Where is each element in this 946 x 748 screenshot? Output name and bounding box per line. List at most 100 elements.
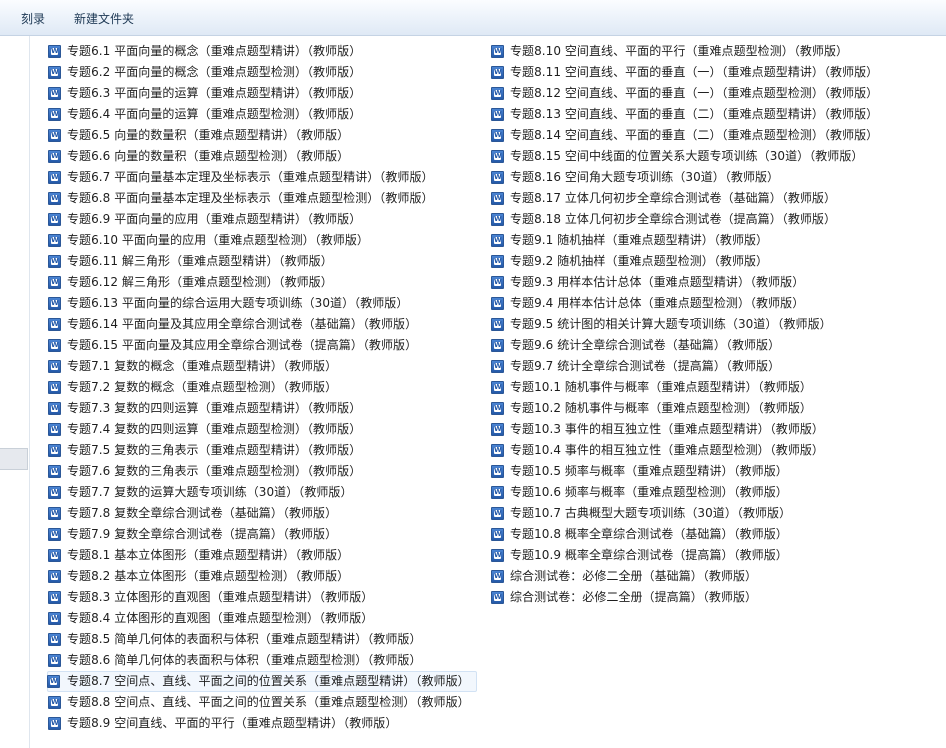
file-item[interactable]: 专题10.3 事件的相互独立性（重难点题型精讲）（教师版） (491, 419, 884, 440)
file-list-view[interactable]: 专题6.1 平面向量的概念（重难点题型精讲）（教师版） 专题6.2 平面向量的概念… (31, 36, 946, 748)
file-item[interactable]: 专题6.2 平面向量的概念（重难点题型检测）（教师版） (48, 62, 477, 83)
file-item[interactable]: 专题6.15 平面向量及其应用全章综合测试卷（提高篇）（教师版） (48, 335, 477, 356)
file-item[interactable]: 专题9.1 随机抽样（重难点题型精讲）（教师版） (491, 230, 884, 251)
word-document-icon (48, 612, 61, 625)
file-item[interactable]: 专题9.7 统计全章综合测试卷（提高篇）（教师版） (491, 356, 884, 377)
file-item[interactable]: 专题6.1 平面向量的概念（重难点题型精讲）（教师版） (48, 41, 477, 62)
file-name: 专题8.18 立体几何初步全章综合测试卷（提高篇）（教师版） (510, 212, 837, 226)
word-document-icon (491, 549, 504, 562)
file-item[interactable]: 专题10.1 随机事件与概率（重难点题型精讲）（教师版） (491, 377, 884, 398)
word-document-icon (48, 654, 61, 667)
file-item[interactable]: 专题8.14 空间直线、平面的垂直（二）（重难点题型检测）（教师版） (491, 125, 884, 146)
file-item[interactable]: 专题8.17 立体几何初步全章综合测试卷（基础篇）（教师版） (491, 188, 884, 209)
file-item[interactable]: 专题6.4 平面向量的运算（重难点题型检测）（教师版） (48, 104, 477, 125)
file-item[interactable]: 专题7.4 复数的四则运算（重难点题型检测）（教师版） (48, 419, 477, 440)
file-name: 专题8.10 空间直线、平面的平行（重难点题型检测）（教师版） (510, 44, 849, 58)
file-name: 专题8.16 空间角大题专项训练（30道）（教师版） (510, 170, 780, 184)
word-document-icon (491, 234, 504, 247)
file-item[interactable]: 专题9.2 随机抽样（重难点题型检测）（教师版） (491, 251, 884, 272)
file-item[interactable]: 专题6.8 平面向量基本定理及坐标表示（重难点题型检测）（教师版） (48, 188, 477, 209)
word-document-icon (491, 528, 504, 541)
file-item[interactable]: 专题6.9 平面向量的应用（重难点题型精讲）（教师版） (48, 209, 477, 230)
word-document-icon (491, 45, 504, 58)
file-item[interactable]: 专题6.7 平面向量基本定理及坐标表示（重难点题型精讲）（教师版） (48, 167, 477, 188)
file-item[interactable]: 专题6.12 解三角形（重难点题型检测）（教师版） (48, 272, 477, 293)
file-item[interactable]: 专题7.5 复数的三角表示（重难点题型精讲）（教师版） (48, 440, 477, 461)
file-name: 专题10.2 随机事件与概率（重难点题型检测）（教师版） (510, 401, 812, 415)
file-item[interactable]: 专题8.13 空间直线、平面的垂直（二）（重难点题型精讲）（教师版） (491, 104, 884, 125)
file-item[interactable]: 专题6.11 解三角形（重难点题型精讲）（教师版） (48, 251, 477, 272)
file-item[interactable]: 综合测试卷：必修二全册（提高篇）（教师版） (491, 587, 884, 608)
file-item[interactable]: 专题10.5 频率与概率（重难点题型精讲）（教师版） (491, 461, 884, 482)
file-item[interactable]: 专题8.10 空间直线、平面的平行（重难点题型检测）（教师版） (491, 41, 884, 62)
file-item[interactable]: 专题8.7 空间点、直线、平面之间的位置关系（重难点题型精讲）（教师版） (47, 671, 477, 692)
file-item[interactable]: 专题9.5 统计图的相关计算大题专项训练（30道）（教师版） (491, 314, 884, 335)
file-name: 专题7.2 复数的概念（重难点题型检测）（教师版） (67, 380, 338, 394)
word-document-icon (48, 717, 61, 730)
navigation-pane[interactable] (0, 36, 30, 748)
file-item[interactable]: 专题8.15 空间中线面的位置关系大题专项训练（30道）（教师版） (491, 146, 884, 167)
file-name: 专题6.1 平面向量的概念（重难点题型精讲）（教师版） (67, 44, 362, 58)
file-item[interactable]: 专题9.6 统计全章综合测试卷（基础篇）（教师版） (491, 335, 884, 356)
file-item[interactable]: 专题10.2 随机事件与概率（重难点题型检测）（教师版） (491, 398, 884, 419)
file-item[interactable]: 专题6.3 平面向量的运算（重难点题型精讲）（教师版） (48, 83, 477, 104)
file-item[interactable]: 专题8.11 空间直线、平面的垂直（一）（重难点题型精讲）（教师版） (491, 62, 884, 83)
file-name: 专题6.10 平面向量的应用（重难点题型检测）（教师版） (67, 233, 369, 247)
file-item[interactable]: 专题9.4 用样本估计总体（重难点题型检测）（教师版） (491, 293, 884, 314)
file-name: 专题7.6 复数的三角表示（重难点题型检测）（教师版） (67, 464, 362, 478)
file-name: 专题8.12 空间直线、平面的垂直（一）（重难点题型检测）（教师版） (510, 86, 879, 100)
word-document-icon (48, 696, 61, 709)
file-item[interactable]: 专题8.2 基本立体图形（重难点题型检测）（教师版） (48, 566, 477, 587)
file-name: 专题9.7 统计全章综合测试卷（提高篇）（教师版） (510, 359, 781, 373)
file-name: 专题8.14 空间直线、平面的垂直（二）（重难点题型检测）（教师版） (510, 128, 879, 142)
file-item[interactable]: 专题10.4 事件的相互独立性（重难点题型检测）（教师版） (491, 440, 884, 461)
file-item[interactable]: 专题7.1 复数的概念（重难点题型精讲）（教师版） (48, 356, 477, 377)
file-item[interactable]: 专题8.12 空间直线、平面的垂直（一）（重难点题型检测）（教师版） (491, 83, 884, 104)
file-item[interactable]: 专题9.3 用样本估计总体（重难点题型精讲）（教师版） (491, 272, 884, 293)
navigation-pane-handle[interactable] (0, 448, 28, 470)
file-item[interactable]: 专题10.8 概率全章综合测试卷（基础篇）（教师版） (491, 524, 884, 545)
file-name: 专题6.6 向量的数量积（重难点题型检测）（教师版） (67, 149, 350, 163)
file-item[interactable]: 专题8.1 基本立体图形（重难点题型精讲）（教师版） (48, 545, 477, 566)
file-item[interactable]: 专题7.6 复数的三角表示（重难点题型检测）（教师版） (48, 461, 477, 482)
file-item[interactable]: 专题7.7 复数的运算大题专项训练（30道）（教师版） (48, 482, 477, 503)
new-folder-button[interactable]: 新建文件夹 (74, 10, 134, 28)
file-item[interactable]: 专题7.9 复数全章综合测试卷（提高篇）（教师版） (48, 524, 477, 545)
word-document-icon (48, 465, 61, 478)
file-name: 专题6.5 向量的数量积（重难点题型精讲）（教师版） (67, 128, 350, 142)
file-item[interactable]: 专题6.14 平面向量及其应用全章综合测试卷（基础篇）（教师版） (48, 314, 477, 335)
file-item[interactable]: 专题6.13 平面向量的综合运用大题专项训练（30道）（教师版） (48, 293, 477, 314)
file-item[interactable]: 专题8.9 空间直线、平面的平行（重难点题型精讲）（教师版） (48, 713, 477, 734)
word-document-icon (48, 87, 61, 100)
file-item[interactable]: 专题8.16 空间角大题专项训练（30道）（教师版） (491, 167, 884, 188)
file-item[interactable]: 专题7.8 复数全章综合测试卷（基础篇）（教师版） (48, 503, 477, 524)
file-name: 专题6.14 平面向量及其应用全章综合测试卷（基础篇）（教师版） (67, 317, 418, 331)
file-item[interactable]: 专题8.8 空间点、直线、平面之间的位置关系（重难点题型检测）（教师版） (48, 692, 477, 713)
file-item[interactable]: 专题7.3 复数的四则运算（重难点题型精讲）（教师版） (48, 398, 477, 419)
burn-button[interactable]: 刻录 (21, 10, 45, 28)
file-item[interactable]: 专题10.6 频率与概率（重难点题型检测）（教师版） (491, 482, 884, 503)
file-item[interactable]: 专题6.6 向量的数量积（重难点题型检测）（教师版） (48, 146, 477, 167)
file-name: 专题7.8 复数全章综合测试卷（基础篇）（教师版） (67, 506, 338, 520)
word-document-icon (48, 549, 61, 562)
file-item[interactable]: 专题6.10 平面向量的应用（重难点题型检测）（教师版） (48, 230, 477, 251)
file-item[interactable]: 综合测试卷：必修二全册（基础篇）（教师版） (491, 566, 884, 587)
file-item[interactable]: 专题8.18 立体几何初步全章综合测试卷（提高篇）（教师版） (491, 209, 884, 230)
file-item[interactable]: 专题10.7 古典概型大题专项训练（30道）（教师版） (491, 503, 884, 524)
file-item[interactable]: 专题10.9 概率全章综合测试卷（提高篇）（教师版） (491, 545, 884, 566)
word-document-icon (491, 66, 504, 79)
file-item[interactable]: 专题8.6 简单几何体的表面积与体积（重难点题型检测）（教师版） (48, 650, 477, 671)
word-document-icon (48, 276, 61, 289)
file-column-right: 专题8.10 空间直线、平面的平行（重难点题型检测）（教师版） 专题8.11 空间… (491, 41, 884, 608)
file-item[interactable]: 专题8.3 立体图形的直观图（重难点题型精讲）（教师版） (48, 587, 477, 608)
file-item[interactable]: 专题6.5 向量的数量积（重难点题型精讲）（教师版） (48, 125, 477, 146)
word-document-icon (48, 234, 61, 247)
file-column-left: 专题6.1 平面向量的概念（重难点题型精讲）（教师版） 专题6.2 平面向量的概念… (47, 41, 477, 734)
file-name: 专题9.2 随机抽样（重难点题型检测）（教师版） (510, 254, 769, 268)
file-name: 专题6.11 解三角形（重难点题型精讲）（教师版） (67, 254, 333, 268)
word-document-icon (491, 129, 504, 142)
file-item[interactable]: 专题7.2 复数的概念（重难点题型检测）（教师版） (48, 377, 477, 398)
word-document-icon (491, 318, 504, 331)
file-item[interactable]: 专题8.4 立体图形的直观图（重难点题型检测）（教师版） (48, 608, 477, 629)
file-item[interactable]: 专题8.5 简单几何体的表面积与体积（重难点题型精讲）（教师版） (48, 629, 477, 650)
